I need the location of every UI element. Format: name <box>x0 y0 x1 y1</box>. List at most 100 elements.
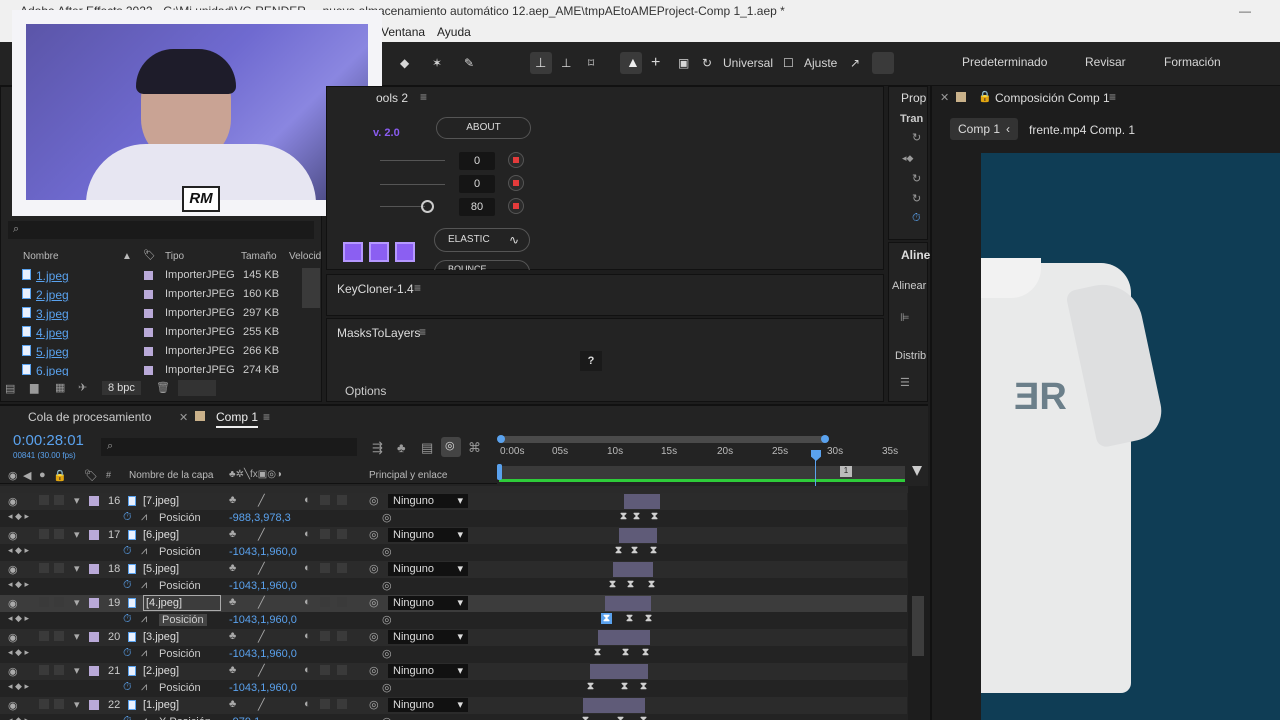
stopwatch-icon[interactable]: ⏱ <box>123 545 132 558</box>
panel-menu-icon[interactable]: ≡ <box>1109 90 1116 104</box>
quality-switch-icon[interactable]: ╱ <box>258 698 265 711</box>
workspace-formacion[interactable]: Formación <box>1164 55 1221 69</box>
expression-pickwhip-icon[interactable]: ◎ <box>382 715 392 720</box>
parent-select[interactable]: Ninguno <box>388 664 468 678</box>
lock-checkbox[interactable] <box>54 631 64 641</box>
slider-knob[interactable] <box>421 200 434 213</box>
rotate-icon[interactable]: ↻ <box>702 52 712 74</box>
keyframe-marker[interactable]: ⧗ <box>609 579 616 590</box>
work-area-range[interactable] <box>499 479 905 482</box>
label-color-swatch[interactable] <box>89 632 99 642</box>
quality-switch-icon[interactable]: ╱ <box>258 562 265 575</box>
property-value[interactable]: -1043,1,960,0 <box>229 648 297 660</box>
table-row[interactable]: ◉ ▾ 20 [3.jpeg] ♣ ╱ ◐ ◎ Ninguno <box>0 629 497 646</box>
keyframe-marker[interactable]: ⧗ <box>631 545 638 556</box>
label-color-swatch[interactable] <box>89 496 99 506</box>
expand-chevron-icon[interactable]: ▾ <box>74 596 80 609</box>
layer-duration-bar[interactable] <box>598 630 650 645</box>
col-parent[interactable]: Principal y enlace <box>369 470 447 481</box>
col-size[interactable]: Tamaño <box>241 251 277 262</box>
stopwatch-icon[interactable]: ⏱ <box>123 647 132 660</box>
close-icon[interactable]: ✕ <box>179 411 188 424</box>
adjust-checkbox[interactable] <box>320 699 330 709</box>
shy-icon[interactable]: ♣ <box>397 440 406 455</box>
ease-preset-3[interactable] <box>395 242 415 262</box>
label-color-swatch[interactable] <box>89 700 99 710</box>
ease-preset-1[interactable] <box>343 242 363 262</box>
keyframe-nav-icon[interactable]: ◂ ◆ ▸ <box>8 545 29 556</box>
keyframe-marker[interactable]: ⧗ <box>615 545 622 556</box>
list-item[interactable]: 2.jpeg ImporterJPEG 160 KB <box>0 285 300 304</box>
3d-checkbox[interactable] <box>337 563 347 573</box>
quality-switch-icon[interactable]: ╱ <box>258 630 265 643</box>
stopwatch-icon[interactable]: ⏱ <box>123 613 132 626</box>
pickwhip-icon[interactable]: ◎ <box>369 698 379 711</box>
shy-switch-icon[interactable]: ♣ <box>229 528 236 540</box>
selection-tool-button[interactable]: ▲ <box>620 52 642 74</box>
property-value[interactable]: -1043,1,960,0 <box>229 580 297 592</box>
parent-select[interactable]: Ninguno <box>388 562 468 576</box>
camera-tool-icon[interactable]: ▣ <box>678 52 689 74</box>
expand-chevron-icon[interactable]: ▾ <box>74 562 80 575</box>
help-button[interactable]: ? <box>580 351 602 371</box>
col-layer-name[interactable]: Nombre de la capa <box>129 470 214 481</box>
time-ruler[interactable]: 0:00s 05s 10s 15s 20s 25s 30s 35s 1 <box>497 432 908 484</box>
3d-checkbox[interactable] <box>337 495 347 505</box>
label-icon[interactable]: 🏷 <box>84 469 98 482</box>
keyframe-nav-icon[interactable]: ◂◆ <box>902 153 913 164</box>
layer-name[interactable]: [7.jpeg] <box>143 495 179 507</box>
keyframe-nav-icon[interactable]: ◂ ◆ ▸ <box>8 715 29 720</box>
lock-checkbox[interactable] <box>54 597 64 607</box>
layer-duration-bar[interactable] <box>613 562 653 577</box>
motion-blur-switch-icon[interactable]: ◐ <box>304 664 311 676</box>
graph-editor-icon[interactable]: ⌘ <box>468 440 481 456</box>
interpret-footage-icon[interactable]: ▤ <box>5 382 15 395</box>
label-color-swatch[interactable] <box>144 347 153 356</box>
table-row[interactable]: ◉ ▾ 17 [6.jpeg] ♣ ╱ ◐ ◎ Ninguno <box>0 527 497 544</box>
layer-name[interactable]: [4.jpeg] <box>143 595 221 611</box>
about-button[interactable]: ABOUT <box>436 117 531 139</box>
pickwhip-icon[interactable]: ◎ <box>369 562 379 575</box>
composition-viewer[interactable]: ƎR <box>981 153 1280 720</box>
keyframe-marker[interactable]: ⧗ <box>651 511 658 522</box>
layer-duration-bar[interactable] <box>624 494 660 509</box>
eraser-tool-icon[interactable]: ◆ <box>400 52 409 74</box>
minimize-icon[interactable]: — <box>1225 0 1265 22</box>
motion-blur-switch-icon[interactable]: ◐ <box>304 562 311 574</box>
breadcrumb-frente[interactable]: frente.mp4 Comp. 1 <box>1029 123 1135 137</box>
reset-icon[interactable]: ↻ <box>912 192 921 205</box>
timeline-search-input[interactable]: ⌕ <box>101 438 357 456</box>
motion-blur-switch-icon[interactable]: ◐ <box>304 630 311 642</box>
keyframe-nav-icon[interactable]: ◂ ◆ ▸ <box>8 647 29 658</box>
project-scrollbar[interactable] <box>302 268 320 308</box>
layer-name[interactable]: [2.jpeg] <box>143 665 179 677</box>
graph-icon[interactable]: ⩘ <box>141 681 147 694</box>
snap-checkbox-icon[interactable]: ☐ <box>783 52 794 74</box>
keyframe-marker[interactable]: ⧗ <box>622 647 629 658</box>
adjust-checkbox[interactable] <box>320 495 330 505</box>
table-row[interactable]: ◉ ▾ 22 [1.jpeg] ♣ ╱ ◐ ◎ Ninguno <box>0 697 497 714</box>
project-search-input[interactable]: ⌕ <box>8 221 314 239</box>
motion-blur-switch-icon[interactable]: ◐ <box>304 494 311 506</box>
layer-name[interactable]: [3.jpeg] <box>143 631 179 643</box>
label-color-swatch[interactable] <box>144 309 153 318</box>
layer-name[interactable]: [1.jpeg] <box>143 699 179 711</box>
expand-chevron-icon[interactable]: ▾ <box>74 698 80 711</box>
expression-pickwhip-icon[interactable]: ◎ <box>382 545 392 558</box>
adjust-checkbox[interactable] <box>320 631 330 641</box>
label-color-swatch[interactable] <box>89 666 99 676</box>
bounce-button[interactable]: BOUNCE <box>434 260 530 270</box>
keyframe-marker[interactable]: ⧗ <box>626 613 633 624</box>
solo-checkbox[interactable] <box>39 699 49 709</box>
eye-icon[interactable]: ◉ <box>8 529 18 542</box>
property-value[interactable]: -1043,1,960,0 <box>229 682 297 694</box>
shy-switch-icon[interactable]: ♣ <box>229 630 236 642</box>
stopwatch-icon[interactable]: ⏱ <box>123 715 132 720</box>
graph-icon[interactable]: ⩘ <box>141 715 147 720</box>
keyframe-nav-icon[interactable]: ◂ ◆ ▸ <box>8 681 29 692</box>
table-row[interactable]: ◉ ▾ 19 [4.jpeg] ♣ ╱ ◐ ◎ Ninguno <box>0 595 497 612</box>
keyframe-marker[interactable]: ⧗ <box>640 715 647 720</box>
lock-icon[interactable]: 🔒 <box>978 90 992 103</box>
ease-preset-2[interactable] <box>369 242 389 262</box>
3d-checkbox[interactable] <box>337 631 347 641</box>
